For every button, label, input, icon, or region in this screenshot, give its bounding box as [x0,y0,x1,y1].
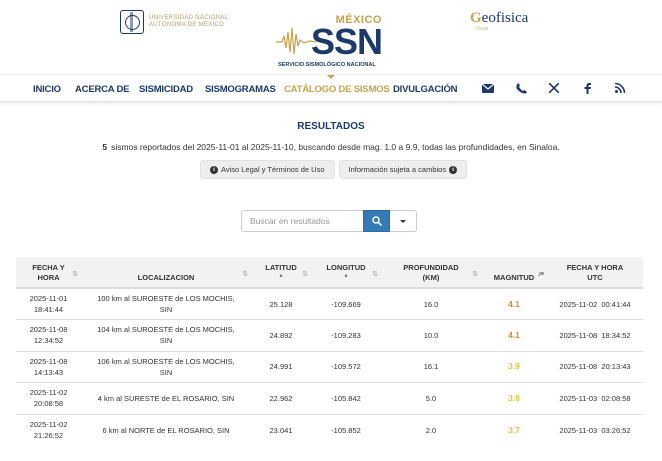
info-icon: i [449,165,458,174]
cell-fecha-hora-utc: 2025-11-03 03:26:52 [547,413,643,446]
results-summary: 5 sismos reportados del 2025-11-01 al 202… [0,142,662,152]
nav-item-catalogo[interactable]: CATÁLOGO DE SISMOS [284,84,390,95]
cell-localizacion: 6 km al NORTE de EL ROSARIO, SIN [81,413,251,446]
cell-latitud: 25.128 [251,287,311,320]
unam-seal-icon [120,10,144,34]
geofisica-sub: UNAM [476,26,489,31]
cell-localizacion: 4 km al SURESTE de EL ROSARIO, SIN [81,382,251,414]
table-row: 2025-11-08 14:13:43 106 km al SUROESTE de … [16,350,643,383]
cell-longitud: -105.852 [311,413,381,446]
cell-magnitud: 3.9 [481,350,547,383]
site-header: UNIVERSIDAD NACIONAL AUTÓNOMA DE MÉXICO … [0,0,662,74]
info-subject-change-button[interactable]: Información sujeta a cambios i [338,160,468,179]
cell-latitud: 23.041 [251,413,311,446]
earthquake-table: FECHA Y HORA ⇅ LOCALIZACION ⇅ LATITUD ° ⇅ LON… [16,257,643,446]
col-latitud[interactable]: LATITUD ° ⇅ [251,257,311,289]
cell-magnitud: 3.8 [481,382,547,414]
cell-profundidad: 16.1 [381,350,481,383]
nav-item-sismogramas[interactable]: SISMOGRAMAS [205,84,276,95]
cell-profundidad: 5.0 [381,382,481,414]
nav-item-sismicidad[interactable]: SISMICIDAD [139,84,193,95]
rss-icon[interactable] [613,81,627,95]
cell-latitud: 22.962 [251,382,311,414]
cell-fecha-hora-utc: 2025-11-03 02:08:58 [547,382,643,414]
col-localizacion[interactable]: LOCALIZACION ⇅ [81,257,251,289]
unam-text-line1: UNIVERSIDAD NACIONAL [149,15,229,21]
results-count: 5 [102,142,108,152]
cell-magnitud: 3.7 [481,413,547,446]
sort-icon: ⇅ [302,271,308,278]
phone-icon[interactable] [514,81,528,95]
col-longitud[interactable]: LONGITUD ° ⇅ [311,257,381,289]
col-fecha-hora-utc: FECHA Y HORA UTC [547,257,643,289]
cell-longitud: -109.572 [311,350,381,383]
cell-profundidad: 2.0 [381,413,481,446]
geofisica-logo[interactable]: Geofisica UNAM [470,10,529,31]
col-magnitud[interactable]: MAGNITUD ↓≡ [481,257,547,289]
search-button[interactable] [363,210,390,232]
search-icon [371,216,382,226]
sort-icon: ⇅ [242,271,248,278]
results-summary-text: sismos reportados del 2025-11-01 al 2025… [111,142,560,152]
table-row: 2025-11-08 12:34:52 104 km al SUROESTE de … [16,319,643,351]
legal-notice-button[interactable]: i Aviso Legal y Términos de Uso [200,160,335,179]
nav-item-acerca-de[interactable]: ACERCA DE [75,84,130,95]
info-subject-change-label: Información sujeta a cambios [348,165,447,174]
cell-latitud: 24.892 [251,319,311,351]
sort-icon: ⇅ [472,271,478,278]
sort-icon: ⇅ [72,271,78,278]
envelope-icon[interactable] [481,81,495,95]
cell-latitud: 24.991 [251,350,311,383]
legal-notice-label: Aviso Legal y Términos de Uso [221,165,325,174]
results-search [241,210,417,232]
table-row: 2025-11-02 20:08:58 4 km al SURESTE de EL … [16,382,643,414]
table-row: 2025-11-02 21:26:52 6 km al NORTE de EL RO… [16,413,643,446]
cell-fecha-hora: 2025-11-08 12:34:52 [16,319,81,351]
notice-buttons: i Aviso Legal y Términos de Uso Informac… [200,160,468,179]
cell-magnitud: 4.1 [481,319,547,351]
col-profundidad[interactable]: PROFUNDIDAD (KM) ⇅ [381,257,481,289]
cell-localizacion: 106 km al SUROESTE de LOS MOCHIS, SIN [81,350,251,383]
cell-fecha-hora: 2025-11-02 20:08:58 [16,382,81,414]
unam-logo[interactable]: UNIVERSIDAD NACIONAL AUTÓNOMA DE MÉXICO [120,10,228,34]
unam-text-line2: AUTÓNOMA DE MÉXICO [149,22,225,28]
info-icon: i [210,165,218,174]
search-input[interactable] [241,210,363,232]
cell-localizacion: 100 km al SUROESTE de LOS MOCHIS, SIN [81,287,251,320]
table-row: 2025-11-01 18:41:44 100 km al SUROESTE de … [16,287,643,320]
active-nav-indicator [327,75,335,79]
cell-longitud: -109.669 [311,287,381,320]
geofisica-text: eofisica [481,10,529,26]
main-nav: INICIO ACERCA DE SISMICIDAD SISMOGRAMAS … [0,74,662,102]
ssn-fullname: SERVICIO SISMOLÓGICO NACIONAL [278,62,376,68]
cell-fecha-hora-utc: 2025-11-08 20:13:43 [547,350,643,383]
cell-longitud: -109.283 [311,319,381,351]
ssn-logo[interactable]: MÉXICO SSN SERVICIO SISMOLÓGICO NACIONAL [276,12,384,72]
cell-magnitud: 4.1 [481,287,547,320]
cell-fecha-hora: 2025-11-08 14:13:43 [16,350,81,383]
results-title: RESULTADOS [297,121,365,132]
col-fecha-hora[interactable]: FECHA Y HORA ⇅ [16,257,81,289]
facebook-icon[interactable] [580,81,594,95]
sort-icon: ⇅ [372,271,378,278]
cell-longitud: -105.842 [311,382,381,414]
cell-profundidad: 10.0 [381,319,481,351]
nav-item-inicio[interactable]: INICIO [33,84,61,95]
cell-fecha-hora: 2025-11-02 21:26:52 [16,413,81,446]
sort-desc-icon: ↓≡ [537,271,544,278]
ssn-acronym: SSN [310,21,383,62]
cell-fecha-hora-utc: 2025-11-08 18:34:52 [547,319,643,351]
search-options-dropdown[interactable] [390,210,417,232]
cell-profundidad: 16.0 [381,287,481,320]
cell-fecha-hora-utc: 2025-11-02 00:41:44 [547,287,643,320]
x-twitter-icon[interactable] [547,81,561,95]
cell-fecha-hora: 2025-11-01 18:41:44 [16,287,81,320]
cell-localizacion: 104 km al SUROESTE de LOS MOCHIS, SIN [81,319,251,351]
nav-item-divulgacion[interactable]: DIVULGACIÓN [393,84,458,95]
